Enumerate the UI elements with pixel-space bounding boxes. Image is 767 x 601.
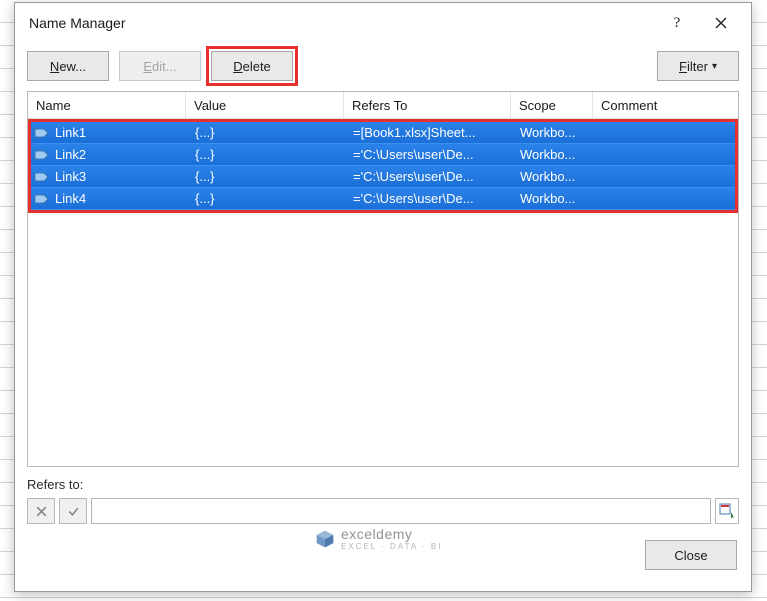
value-cell: {...} <box>189 166 347 187</box>
cancel-refers-button[interactable] <box>27 498 55 524</box>
col-value[interactable]: Value <box>186 92 344 118</box>
x-icon <box>35 505 48 518</box>
close-icon <box>715 17 727 29</box>
refers-cell: ='C:\Users\user\De... <box>347 144 514 165</box>
name-tag-icon <box>33 148 51 162</box>
name-cell: Link1 <box>55 125 86 140</box>
comment-cell <box>596 166 735 187</box>
delete-button[interactable]: Delete <box>211 51 293 81</box>
help-button[interactable]: ? <box>655 6 699 40</box>
check-icon <box>67 505 80 518</box>
refers-cell: ='C:\Users\user\De... <box>347 188 514 209</box>
comment-cell <box>596 188 735 209</box>
name-cell: Link2 <box>55 147 86 162</box>
comment-cell <box>596 122 735 143</box>
name-manager-dialog: Name Manager ? New... Edit... Delete Fil… <box>14 2 752 592</box>
toolbar: New... Edit... Delete Filter▾ <box>15 43 751 89</box>
watermark: exceldemy EXCEL · DATA · BI <box>315 526 442 551</box>
range-picker-icon <box>719 503 735 519</box>
name-tag-icon <box>33 192 51 206</box>
refers-to-label: Refers to: <box>27 477 739 492</box>
name-tag-icon <box>33 126 51 140</box>
scope-cell: Workbo... <box>514 166 596 187</box>
list-header: Name Value Refers To Scope Comment <box>28 92 738 119</box>
value-cell: {...} <box>189 188 347 209</box>
scope-cell: Workbo... <box>514 122 596 143</box>
edit-button: Edit... <box>119 51 201 81</box>
value-cell: {...} <box>189 122 347 143</box>
name-tag-icon <box>33 170 51 184</box>
dialog-title: Name Manager <box>29 15 655 31</box>
col-name[interactable]: Name <box>28 92 186 118</box>
filter-button[interactable]: Filter▾ <box>657 51 739 81</box>
watermark-brand: exceldemy <box>341 526 412 542</box>
accept-refers-button[interactable] <box>59 498 87 524</box>
table-row[interactable]: Link3 {...} ='C:\Users\user\De... Workbo… <box>31 166 735 188</box>
close-button[interactable]: Close <box>645 540 737 570</box>
col-comment[interactable]: Comment <box>593 92 738 118</box>
scope-cell: Workbo... <box>514 144 596 165</box>
watermark-tagline: EXCEL · DATA · BI <box>341 542 442 551</box>
cube-icon <box>315 529 335 549</box>
table-row[interactable]: Link4 {...} ='C:\Users\user\De... Workbo… <box>31 188 735 210</box>
chevron-down-icon: ▾ <box>712 61 717 72</box>
comment-cell <box>596 144 735 165</box>
col-scope[interactable]: Scope <box>511 92 593 118</box>
titlebar: Name Manager ? <box>15 3 751 43</box>
selected-rows-highlight: Link1 {...} =[Book1.xlsx]Sheet... Workbo… <box>31 122 735 210</box>
refers-cell: =[Book1.xlsx]Sheet... <box>347 122 514 143</box>
name-cell: Link4 <box>55 191 86 206</box>
refers-to-input[interactable] <box>91 498 711 524</box>
col-refers[interactable]: Refers To <box>344 92 511 118</box>
close-x-button[interactable] <box>699 6 743 40</box>
name-cell: Link3 <box>55 169 86 184</box>
refers-to-section: Refers to: <box>15 467 751 530</box>
table-row[interactable]: Link2 {...} ='C:\Users\user\De... Workbo… <box>31 144 735 166</box>
scope-cell: Workbo... <box>514 188 596 209</box>
names-list[interactable]: Name Value Refers To Scope Comment Link1… <box>27 91 739 467</box>
range-picker-button[interactable] <box>715 498 739 524</box>
refers-cell: ='C:\Users\user\De... <box>347 166 514 187</box>
value-cell: {...} <box>189 144 347 165</box>
new-button[interactable]: New... <box>27 51 109 81</box>
table-row[interactable]: Link1 {...} =[Book1.xlsx]Sheet... Workbo… <box>31 122 735 144</box>
